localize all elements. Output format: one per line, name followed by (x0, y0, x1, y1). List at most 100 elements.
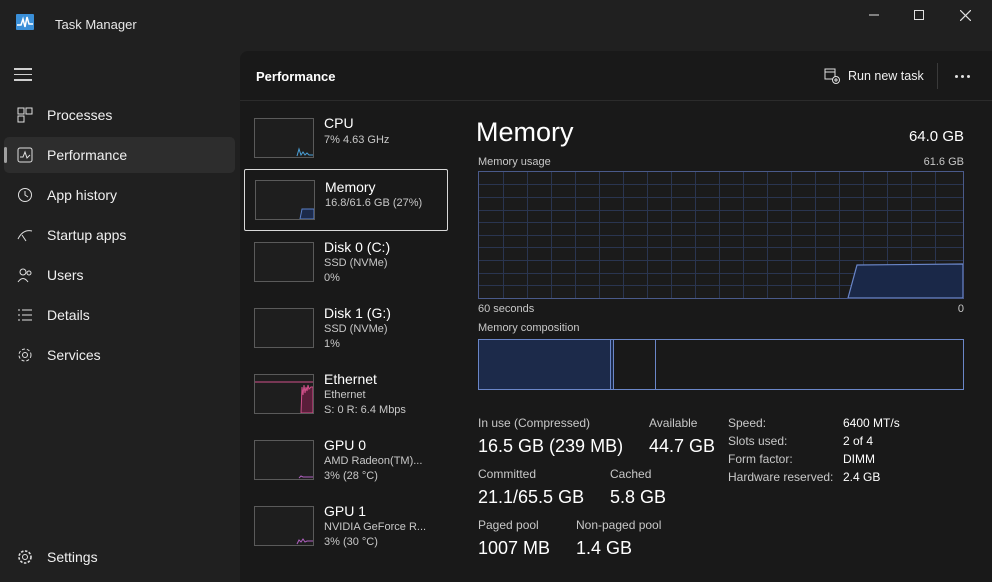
memory-total: 64.0 GB (908, 128, 964, 145)
speed-label: Speed: (728, 416, 767, 430)
device-memory[interactable]: Memory 16.8/61.6 GB (27%) (244, 169, 448, 231)
memory-usage-label: Memory usage (478, 156, 551, 168)
sidebar-item-label: Startup apps (47, 227, 127, 243)
hamburger-menu-icon[interactable] (14, 68, 32, 82)
committed-value: 21.1/65.5 GB (478, 487, 585, 507)
device-detail: 7% 4.63 GHz (324, 134, 390, 146)
sidebar-item-label: Settings (47, 549, 98, 565)
memory-usage-max: 61.6 GB (923, 156, 964, 168)
sidebar: Processes Performance App history Startu… (0, 46, 240, 582)
hardware-reserved-label: Hardware reserved: (728, 470, 834, 484)
device-detail: SSD (NVMe) (324, 257, 388, 269)
in-use-label: In use (Compressed) (478, 416, 591, 430)
gear-icon (16, 548, 34, 566)
sidebar-item-startup-apps[interactable]: Startup apps (4, 217, 235, 253)
close-button[interactable] (942, 0, 988, 30)
users-icon (16, 266, 34, 284)
device-disk-1[interactable]: Disk 1 (G:) SSD (NVMe) 1% (244, 301, 448, 363)
divider (937, 63, 938, 89)
memory-thumbnail-graph (255, 180, 315, 220)
sidebar-item-settings[interactable]: Settings (4, 539, 235, 575)
device-disk-0[interactable]: Disk 0 (C:) SSD (NVMe) 0% (244, 235, 448, 297)
device-detail-secondary: 3% (30 °C) (324, 536, 378, 548)
run-new-task-label: Run new task (848, 69, 924, 83)
time-end-label: 0 (957, 303, 964, 315)
memory-title: Memory (476, 117, 574, 147)
non-paged-pool-label: Non-paged pool (576, 518, 662, 532)
cached-label: Cached (610, 467, 652, 481)
memory-composition-bar (478, 339, 964, 390)
title-bar: Task Manager (0, 0, 992, 46)
composition-in-use (479, 340, 611, 389)
memory-usage-graph (478, 171, 964, 299)
paged-pool-value: 1007 MB (478, 538, 551, 558)
startup-icon (16, 226, 34, 244)
maximize-button[interactable] (896, 0, 942, 30)
device-ethernet[interactable]: Ethernet Ethernet S: 0 R: 6.4 Mbps (244, 367, 448, 429)
sidebar-item-label: App history (47, 187, 118, 203)
device-detail-secondary: 1% (324, 338, 340, 350)
committed-label: Committed (478, 467, 537, 481)
form-factor-label: Form factor: (728, 452, 793, 466)
minimize-button[interactable] (851, 0, 897, 30)
sidebar-item-app-history[interactable]: App history (4, 177, 235, 213)
run-task-icon (824, 68, 840, 84)
sidebar-item-label: Users (47, 267, 84, 283)
non-paged-pool-value: 1.4 GB (576, 538, 633, 558)
device-detail: AMD Radeon(TM)... (324, 455, 423, 467)
available-value: 44.7 GB (649, 436, 716, 456)
sidebar-item-performance[interactable]: Performance (4, 137, 235, 173)
ethernet-thumbnail-graph (254, 374, 314, 414)
device-name: CPU (324, 115, 354, 131)
cached-value: 5.8 GB (610, 487, 667, 507)
active-indicator (4, 147, 7, 163)
gpu-0-thumbnail-graph (254, 440, 314, 480)
device-name: GPU 1 (324, 503, 367, 519)
sidebar-item-processes[interactable]: Processes (4, 97, 235, 133)
run-new-task-button[interactable]: Run new task (824, 63, 924, 89)
memory-usage-area (847, 263, 964, 299)
services-icon (16, 346, 34, 364)
minimize-icon (869, 14, 879, 16)
details-icon (16, 306, 34, 324)
sidebar-item-label: Processes (47, 107, 113, 123)
device-name: Ethernet (324, 371, 377, 387)
memory-composition-label: Memory composition (478, 322, 580, 334)
device-detail-secondary: 0% (324, 272, 340, 284)
slots-used-value: 2 of 4 (843, 434, 874, 448)
disk-0-thumbnail-graph (254, 242, 314, 282)
sidebar-item-label: Services (47, 347, 101, 363)
device-name: Disk 1 (G:) (324, 305, 391, 321)
device-detail: 16.8/61.6 GB (27%) (325, 197, 423, 209)
sidebar-item-services[interactable]: Services (4, 337, 235, 373)
performance-icon (16, 146, 34, 164)
form-factor-value: DIMM (843, 452, 875, 466)
processes-icon (16, 106, 34, 124)
device-cpu[interactable]: CPU 7% 4.63 GHz (244, 111, 448, 173)
device-gpu-0[interactable]: GPU 0 AMD Radeon(TM)... 3% (28 °C) (244, 433, 448, 495)
page-title: Performance (256, 69, 336, 84)
device-name: GPU 0 (324, 437, 367, 453)
paged-pool-label: Paged pool (478, 518, 539, 532)
device-detail-secondary: 3% (28 °C) (324, 470, 378, 482)
sidebar-item-users[interactable]: Users (4, 257, 235, 293)
composition-standby (614, 340, 656, 389)
hardware-reserved-value: 2.4 GB (843, 470, 881, 484)
sidebar-item-label: Performance (47, 147, 128, 163)
available-label: Available (649, 416, 698, 430)
speed-value: 6400 MT/s (843, 416, 900, 430)
more-options-icon[interactable] (950, 63, 974, 89)
device-name: Disk 0 (C:) (324, 239, 391, 255)
sidebar-item-details[interactable]: Details (4, 297, 235, 333)
cpu-thumbnail-graph (254, 118, 314, 158)
slots-used-label: Slots used: (728, 434, 788, 448)
page-header: Performance Run new task (240, 51, 992, 101)
in-use-value: 16.5 GB (239 MB) (478, 436, 624, 456)
device-name: Memory (325, 179, 376, 195)
device-detail: NVIDIA GeForce R... (324, 521, 427, 533)
device-detail: Ethernet (324, 389, 366, 401)
maximize-icon (914, 10, 924, 20)
device-gpu-1[interactable]: GPU 1 NVIDIA GeForce R... 3% (30 °C) (244, 499, 448, 561)
time-span-label: 60 seconds (478, 303, 535, 315)
history-icon (16, 186, 34, 204)
